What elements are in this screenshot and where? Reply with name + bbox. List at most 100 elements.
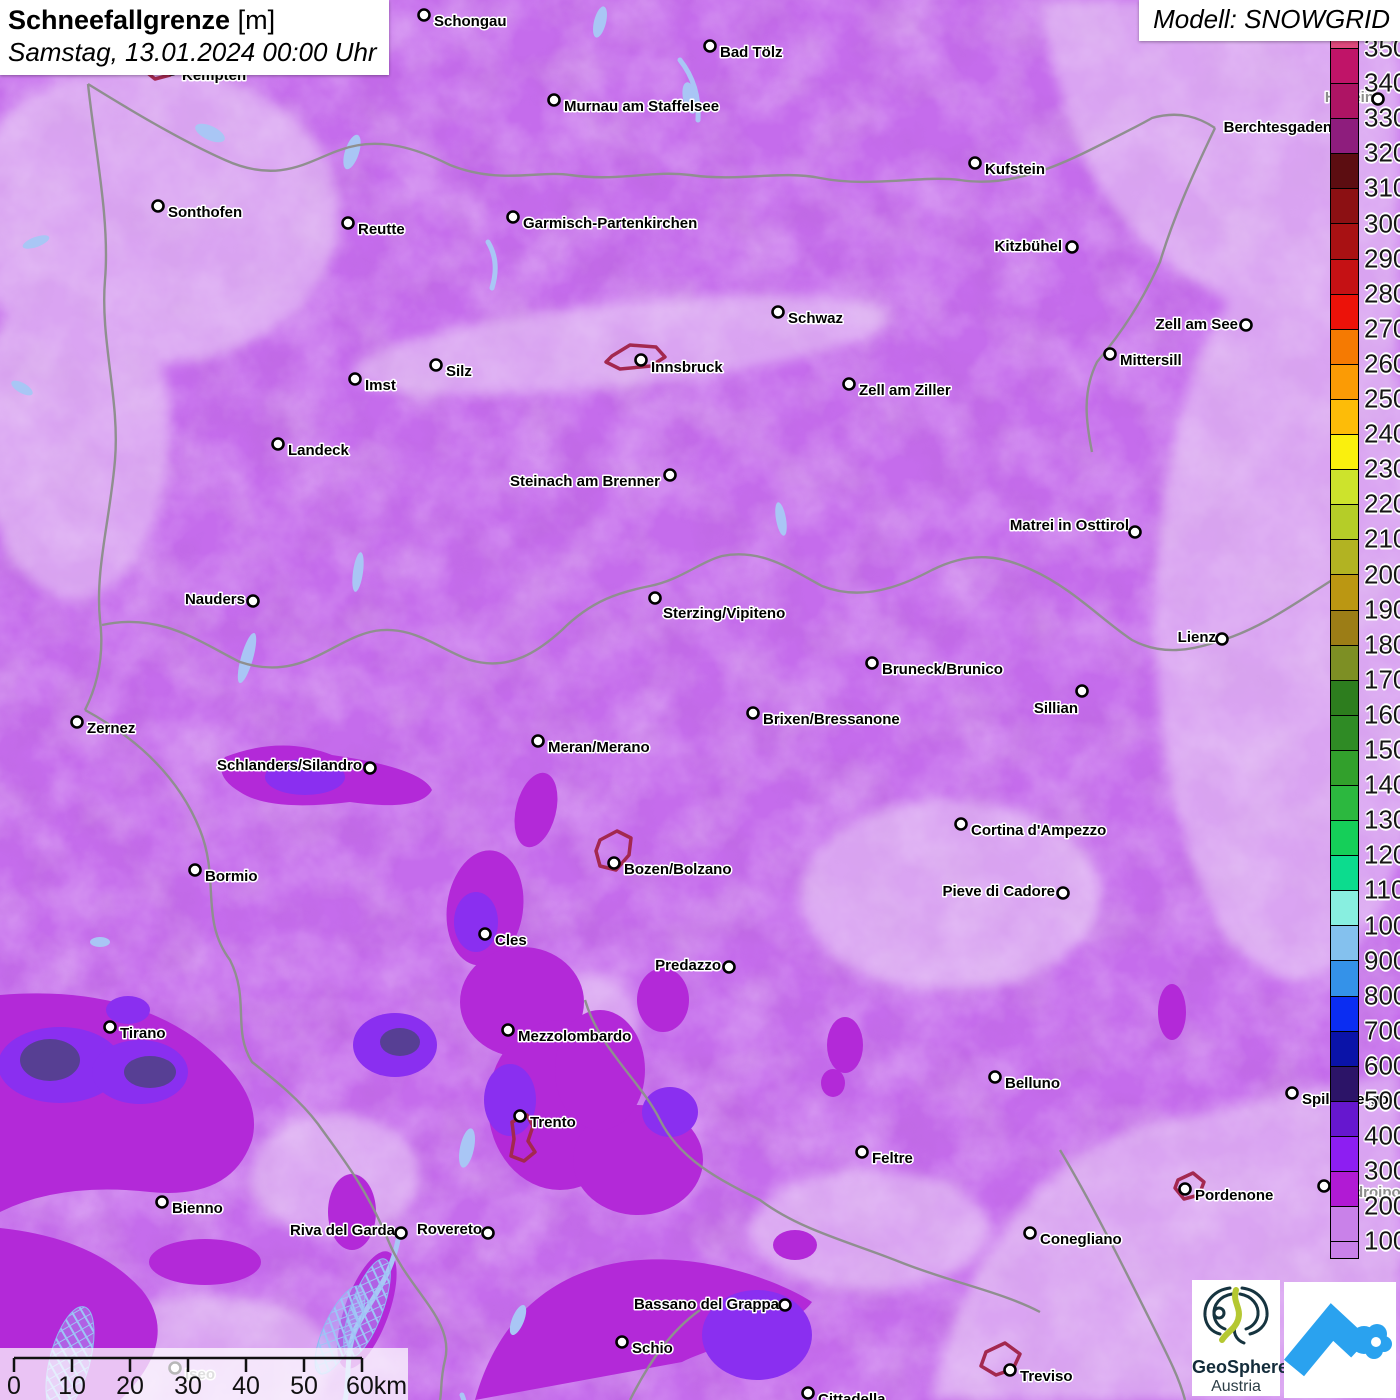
scale-tick-label-2100: 2100 (1364, 523, 1400, 554)
scale-segment-3500 (1331, 48, 1358, 84)
map-title-box: Schneefallgrenze [m] Samstag, 13.01.2024… (0, 0, 389, 75)
scale-tick-label-1900: 1900 (1364, 594, 1400, 625)
scale-tick-label-500: 500 (1364, 1085, 1400, 1116)
city-marker (855, 1145, 869, 1159)
scale-segment-2500 (1331, 398, 1358, 435)
geosphere-spiral-icon (1203, 1286, 1269, 1345)
title-datetime: Samstag, 13.01.2024 00:00 Uhr (8, 37, 377, 67)
scale-segment-2300 (1331, 469, 1358, 505)
scale-tick-label-2000: 2000 (1364, 559, 1400, 589)
city-label: Silz (446, 363, 472, 380)
city-marker (801, 1386, 815, 1400)
scale-segment-3300 (1331, 118, 1358, 154)
city-marker (1056, 886, 1070, 900)
scale-tick-label-2700: 2700 (1364, 313, 1400, 344)
scale-tick-label-100: 100 (1364, 1225, 1400, 1256)
scale-segment-500 (1331, 1100, 1358, 1136)
city-label: Riva del Garda (290, 1222, 396, 1239)
scale-segment-400 (1331, 1135, 1358, 1171)
city-marker (1103, 347, 1117, 361)
scale-tick-label-3400: 3400 (1364, 67, 1400, 98)
scale-segment-3400 (1331, 83, 1358, 119)
city-marker (506, 210, 520, 224)
city-marker (988, 1070, 1002, 1084)
city-marker (513, 1109, 527, 1123)
ruler-label: 60km (346, 1372, 407, 1400)
scale-segment-3000 (1331, 223, 1358, 259)
city-marker (70, 715, 84, 729)
city-label: Zernez (87, 720, 135, 737)
scale-tick-label-300: 300 (1364, 1155, 1400, 1186)
geosphere-austria-logo: GeoSphere Austria (1192, 1280, 1288, 1396)
title-unit: [m] (230, 5, 276, 35)
city-label: Brixen/Bressanone (763, 711, 900, 728)
city-label: Pordenone (1195, 1187, 1273, 1204)
city-label: Treviso (1020, 1368, 1073, 1385)
city-label: Berchtesgaden (1224, 119, 1332, 136)
city-label: Pieve di Cadore (942, 883, 1055, 900)
page-title: Schneefallgrenze [m] (8, 5, 377, 36)
color-scale-bar (1330, 33, 1359, 1260)
ruler-label: 20 (116, 1372, 144, 1400)
city-label: Schio (632, 1340, 673, 1357)
city-marker (954, 817, 968, 831)
scale-segment-100 (1331, 1241, 1358, 1259)
city-marker (607, 856, 621, 870)
scale-tick-label-1800: 1800 (1364, 629, 1400, 660)
title-parameter: Schneefallgrenze (8, 5, 231, 35)
city-marker (188, 863, 202, 877)
city-marker (746, 706, 760, 720)
ruler-label: 10 (58, 1372, 86, 1400)
scale-tick-label-3100: 3100 (1364, 172, 1400, 203)
city-marker (341, 216, 355, 230)
weather-map-stage: Schongau Bad Tölz Kempten Murnau am Staffel… (0, 0, 1400, 1400)
city-marker (648, 591, 662, 605)
scale-tick-label-2500: 2500 (1364, 383, 1400, 414)
city-marker (968, 156, 982, 170)
city-label: Bienno (172, 1200, 223, 1217)
scale-segment-900 (1331, 960, 1358, 996)
city-label: Predazzo (655, 957, 721, 974)
city-marker (246, 594, 260, 608)
scale-segment-2100 (1331, 539, 1358, 575)
city-label: Bozen/Bolzano (624, 861, 732, 878)
scale-segment-2700 (1331, 328, 1358, 364)
partner-logo (1283, 1282, 1396, 1398)
city-label: Innsbruck (651, 359, 723, 376)
scale-segment-1300 (1331, 820, 1358, 856)
city-marker (478, 927, 492, 941)
scale-tick-label-2900: 2900 (1364, 243, 1400, 274)
city-marker (1023, 1226, 1037, 1240)
city-label: Matrei in Osttirol (1010, 517, 1129, 534)
ruler-label: 50 (290, 1372, 318, 1400)
city-label: Sillian (1034, 700, 1078, 717)
city-label: Schongau (434, 13, 507, 30)
scale-segment-800 (1331, 995, 1358, 1031)
scale-segment-1400 (1331, 784, 1358, 821)
scale-tick-label-2300: 2300 (1364, 453, 1400, 484)
city-marker (155, 1195, 169, 1209)
city-marker (771, 305, 785, 319)
city-marker (363, 761, 377, 775)
distance-ruler: 0 10 20 30 40 50 60km (7, 1356, 407, 1400)
scale-segment-1800 (1331, 644, 1358, 680)
city-label: Conegliano (1040, 1231, 1122, 1248)
scale-segment-600 (1331, 1065, 1358, 1101)
city-label: Cittadella (818, 1391, 886, 1400)
city-marker (663, 468, 677, 482)
scale-tick-label-2800: 2800 (1364, 278, 1400, 309)
scale-tick-label-1700: 1700 (1364, 664, 1400, 695)
city-label: Sterzing/Vipiteno (663, 605, 785, 622)
ruler-label: 30 (174, 1372, 202, 1400)
city-marker (1178, 1182, 1192, 1196)
city-label: Schwaz (788, 310, 843, 327)
city-label: Landeck (288, 442, 350, 459)
scale-tick-label-2400: 2400 (1364, 418, 1400, 449)
scale-tick-label-400: 400 (1364, 1120, 1400, 1151)
scale-segment-1700 (1331, 679, 1358, 715)
scale-tick-label-1400: 1400 (1364, 769, 1400, 800)
city-label: Mittersill (1120, 352, 1182, 369)
city-marker (1003, 1363, 1017, 1377)
city-marker (501, 1023, 515, 1037)
city-label: Murnau am Staffelsee (564, 98, 719, 115)
